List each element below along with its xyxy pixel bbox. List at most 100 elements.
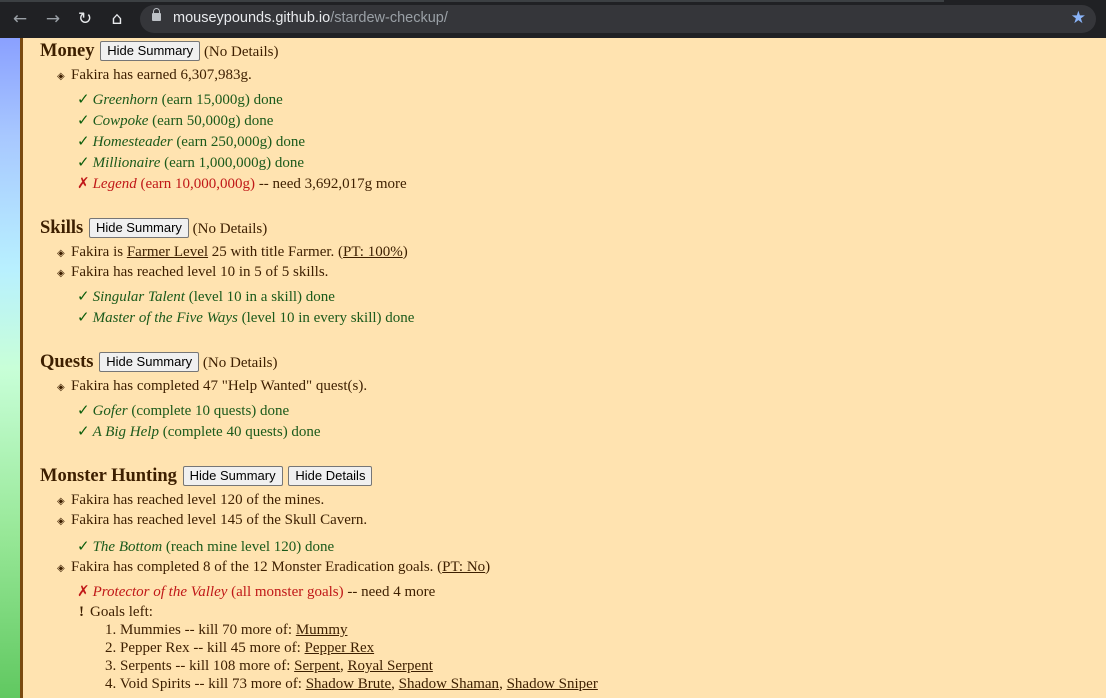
achievement-cowpoke: ✓ Cowpoke (earn 50,000g) done — [77, 111, 273, 130]
checkmark-icon: ✓ — [77, 132, 90, 150]
achievement-homesteader: ✓ Homesteader (earn 250,000g) done — [77, 132, 305, 151]
diamond-bullet-icon: ◈ — [57, 71, 65, 82]
monsters-hide-summary-button[interactable]: Hide Summary — [182, 466, 283, 486]
pt-link[interactable]: PT: 100% — [343, 244, 403, 260]
decorative-border — [20, 38, 23, 698]
monster-link-pepper-rex[interactable]: Pepper Rex — [305, 640, 375, 656]
money-hide-summary-button[interactable]: Hide Summary — [100, 41, 201, 61]
home-icon[interactable]: ⌂ — [106, 9, 128, 29]
goal-item: 1. Mummies -- kill 70 more of: Mummy — [105, 622, 348, 639]
achievement-name: The Bottom — [92, 539, 163, 555]
tab-strip — [0, 0, 944, 2]
achievement-name: A Big Help — [92, 424, 159, 440]
text: Fakira has reached level 120 of the mine… — [71, 492, 325, 508]
text: Fakira has completed 47 "Help Wanted" qu… — [71, 378, 368, 394]
text: Fakira is — [71, 244, 124, 260]
checkmark-icon: ✓ — [77, 111, 90, 129]
skull-cavern-line: ◈ Fakira has reached level 145 of the Sku… — [57, 512, 367, 529]
address-bar[interactable]: mouseypounds.github.io/stardew-checkup/ … — [140, 5, 1096, 33]
quests-hide-summary-button[interactable]: Hide Summary — [99, 352, 200, 372]
lock-icon[interactable] — [152, 8, 161, 21]
achievement-the-bottom: ✓ The Bottom (reach mine level 120) done — [77, 537, 334, 556]
reload-icon[interactable]: ↻ — [74, 9, 96, 29]
achievement-name: Protector of the Valley — [92, 584, 228, 600]
achievement-name: Legend — [92, 176, 137, 192]
goal-text: Void Spirits -- kill 73 more of: — [119, 676, 302, 692]
achievement-detail: (reach mine level 120) done — [165, 539, 335, 555]
achievement-name: Greenhorn — [92, 92, 158, 108]
achievement-name: Homesteader — [92, 134, 173, 150]
money-no-details: (No Details) — [203, 44, 279, 60]
page-content: Money Hide Summary (No Details) ◈ Fakira … — [40, 38, 1100, 698]
achievement-detail: (level 10 in a skill) done — [188, 289, 335, 305]
monster-link-mummy[interactable]: Mummy — [296, 622, 348, 638]
goal-text: Mummies -- kill 70 more of: — [120, 622, 293, 638]
achievement-singular-talent: ✓ Singular Talent (level 10 in a skill) d… — [77, 287, 335, 306]
url-path: /stardew-checkup/ — [330, 10, 448, 26]
achievement-gofer: ✓ Gofer (complete 10 quests) done — [77, 401, 289, 420]
goals-left-label: Goals left: — [90, 604, 153, 620]
monster-link-serpent[interactable]: Serpent — [294, 658, 340, 674]
checkmark-icon: ✓ — [77, 401, 90, 419]
monster-link-shadow-brute[interactable]: Shadow Brute — [306, 676, 391, 692]
goal-item: 3. Serpents -- kill 108 more of: Serpent… — [105, 658, 433, 674]
diamond-bullet-icon: ◈ — [57, 496, 65, 507]
mines-level-line: ◈ Fakira has reached level 120 of the min… — [57, 492, 324, 509]
achievement-big-help: ✓ A Big Help (complete 40 quests) done — [77, 422, 321, 441]
text: Fakira has reached level 145 of the Skul… — [71, 512, 368, 528]
back-arrow-icon[interactable]: ← — [9, 9, 31, 29]
achievement-detail: (level 10 in every skill) done — [241, 310, 415, 326]
diamond-bullet-icon: ◈ — [57, 248, 65, 259]
achievement-need: -- need 4 more — [347, 584, 436, 600]
goal-text: Pepper Rex -- kill 45 more of: — [120, 640, 301, 656]
achievement-name: Millionaire — [92, 155, 161, 171]
exclamation-icon: ! — [79, 604, 84, 620]
goal-number: 2. — [105, 640, 117, 656]
url-host: mouseypounds.github.io — [173, 10, 331, 26]
goal-number: 4. — [105, 676, 117, 692]
diamond-bullet-icon: ◈ — [57, 268, 65, 279]
checkmark-icon: ✓ — [77, 287, 90, 305]
achievement-need: -- need 3,692,017g more — [258, 176, 407, 192]
monsters-header: Monster Hunting Hide Summary Hide Detail… — [40, 466, 373, 487]
cross-icon: ✗ — [77, 582, 90, 600]
achievement-detail: (all monster goals) — [231, 584, 344, 600]
achievement-name: Master of the Five Ways — [92, 310, 238, 326]
goal-item: 2. Pepper Rex -- kill 45 more of: Pepper… — [105, 640, 374, 657]
achievement-detail: (earn 15,000g) done — [161, 92, 283, 108]
goal-text: Serpents -- kill 108 more of: — [120, 658, 291, 674]
farmer-level-link[interactable]: Farmer Level — [127, 244, 208, 260]
achievement-detail: (complete 10 quests) done — [131, 403, 290, 419]
diamond-bullet-icon: ◈ — [57, 516, 65, 527]
money-earned: Fakira has earned 6,307,983g. — [71, 67, 252, 83]
browser-toolbar: ← → ↻ ⌂ mouseypounds.github.io/stardew-c… — [0, 0, 1106, 38]
url-text[interactable]: mouseypounds.github.io/stardew-checkup/ — [173, 10, 448, 26]
monster-link-shadow-sniper[interactable]: Shadow Sniper — [507, 676, 598, 692]
monsters-hide-details-button[interactable]: Hide Details — [288, 466, 373, 486]
bookmark-star-icon[interactable]: ★ — [1071, 8, 1086, 28]
monster-link-royal-serpent[interactable]: Royal Serpent — [347, 658, 432, 674]
forward-arrow-icon[interactable]: → — [42, 9, 64, 29]
checkmark-icon: ✓ — [77, 90, 90, 108]
achievement-greenhorn: ✓ Greenhorn (earn 15,000g) done — [77, 90, 283, 109]
achievement-detail: (earn 250,000g) done — [176, 134, 306, 150]
achievement-detail: (earn 50,000g) done — [152, 113, 274, 129]
text: ) — [402, 244, 408, 260]
achievement-name: Gofer — [92, 403, 128, 419]
text: 25 with title Farmer. ( — [211, 244, 344, 260]
text: Fakira has completed 8 of the 12 Monster… — [71, 559, 443, 575]
monsters-title: Monster Hunting — [40, 466, 177, 486]
achievement-master-five-ways: ✓ Master of the Five Ways (level 10 in ev… — [77, 308, 414, 327]
skills-farmer-level-line: ◈ Fakira is Farmer Level 25 with title Fa… — [57, 244, 408, 261]
goal-number: 1. — [105, 622, 117, 638]
achievement-name: Cowpoke — [92, 113, 149, 129]
goal-item: 4. Void Spirits -- kill 73 more of: Shad… — [105, 676, 598, 692]
achievement-millionaire: ✓ Millionaire (earn 1,000,000g) done — [77, 153, 304, 172]
skills-no-details: (No Details) — [192, 221, 268, 237]
checkmark-icon: ✓ — [77, 308, 90, 326]
monster-link-shadow-shaman[interactable]: Shadow Shaman — [399, 676, 499, 692]
pt-link[interactable]: PT: No — [442, 559, 485, 575]
diamond-bullet-icon: ◈ — [57, 382, 65, 393]
skills-hide-summary-button[interactable]: Hide Summary — [88, 218, 189, 238]
checkmark-icon: ✓ — [77, 537, 90, 555]
